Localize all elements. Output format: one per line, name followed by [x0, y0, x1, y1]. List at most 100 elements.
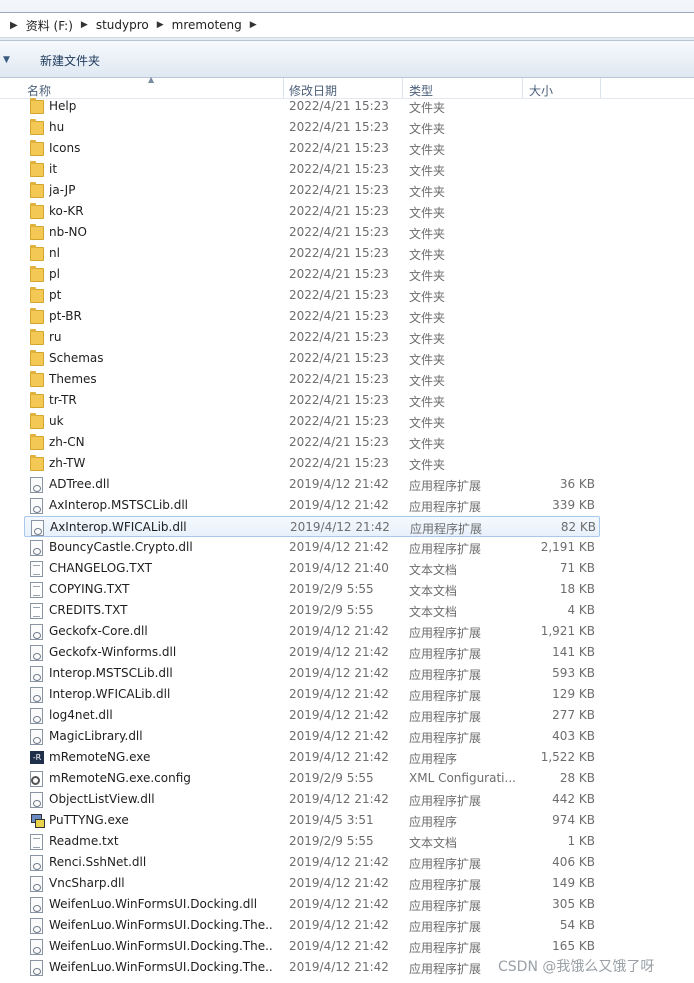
file-name: zh-CN [49, 435, 85, 449]
file-name: WeifenLuo.WinFormsUI.Docking.The... [49, 918, 274, 932]
file-type: 应用程序扩展 [409, 647, 482, 661]
file-row[interactable]: CHANGELOG.TXT 2019/4/12 21:40 文本文档 71 KB [0, 558, 694, 579]
text-file-icon [30, 561, 43, 577]
column-header-name[interactable]: 名称 [27, 82, 51, 99]
file-type: 文件夹 [409, 374, 446, 388]
column-header-modified[interactable]: 修改日期 [289, 82, 337, 99]
file-row[interactable]: Schemas 2022/4/21 15:23 文件夹 [0, 348, 694, 369]
file-row[interactable]: Help 2022/4/21 15:23 文件夹 [0, 98, 694, 117]
breadcrumb-item-studypro[interactable]: studypro [94, 18, 151, 32]
file-row[interactable]: uk 2022/4/21 15:23 文件夹 [0, 411, 694, 432]
file-modified-date: 2019/4/12 21:42 [289, 687, 389, 701]
breadcrumb-item-mremoteng[interactable]: mremoteng [170, 18, 244, 32]
file-row[interactable]: Readme.txt 2019/2/9 5:55 文本文档 1 KB [0, 831, 694, 852]
file-row[interactable]: tr-TR 2022/4/21 15:23 文件夹 [0, 390, 694, 411]
file-row[interactable]: nl 2022/4/21 15:23 文件夹 [0, 243, 694, 264]
file-modified-date: 2019/4/12 21:42 [289, 939, 389, 953]
file-name: Interop.MSTSCLib.dll [49, 666, 173, 680]
file-row[interactable]: Themes 2022/4/21 15:23 文件夹 [0, 369, 694, 390]
file-row[interactable]: pt-BR 2022/4/21 15:23 文件夹 [0, 306, 694, 327]
file-name: PuTTYNG.exe [49, 813, 129, 827]
file-row[interactable]: hu 2022/4/21 15:23 文件夹 [0, 117, 694, 138]
file-row[interactable]: log4net.dll 2019/4/12 21:42 应用程序扩展 277 KB [0, 705, 694, 726]
file-name: mRemoteNG.exe.config [49, 771, 191, 785]
file-modified-date: 2022/4/21 15:23 [289, 183, 389, 197]
file-row[interactable]: Icons 2022/4/21 15:23 文件夹 [0, 138, 694, 159]
file-row[interactable]: Interop.MSTSCLib.dll 2019/4/12 21:42 应用程序扩… [0, 663, 694, 684]
file-name: VncSharp.dll [49, 876, 125, 890]
file-row[interactable]: WeifenLuo.WinFormsUI.Docking.The... 2019/… [0, 915, 694, 936]
dll-icon [30, 477, 43, 493]
breadcrumb[interactable]: ▶ 资料 (F:) ▶ studypro ▶ mremoteng ▶ [0, 12, 694, 38]
file-row[interactable]: Renci.SshNet.dll 2019/4/12 21:42 应用程序扩展 406… [0, 852, 694, 873]
file-row[interactable]: zh-CN 2022/4/21 15:23 文件夹 [0, 432, 694, 453]
file-type: 应用程序扩展 [409, 794, 482, 808]
folder-icon [30, 455, 44, 471]
file-name: ru [49, 330, 62, 344]
file-row[interactable]: zh-TW 2022/4/21 15:23 文件夹 [0, 453, 694, 474]
file-row[interactable]: mRemoteNG.exe.config 2019/2/9 5:55 XML Con… [0, 768, 694, 789]
column-header-type[interactable]: 类型 [409, 82, 433, 99]
file-row[interactable]: VncSharp.dll 2019/4/12 21:42 应用程序扩展 149 KB [0, 873, 694, 894]
file-name: WeifenLuo.WinFormsUI.Docking.The... [49, 939, 274, 953]
file-name: Geckofx-Core.dll [49, 624, 148, 638]
breadcrumb-chevron-icon[interactable]: ▶ [244, 20, 263, 30]
file-row[interactable]: -R mRemoteNG.exe 2019/4/12 21:42 应用程序 1,522 … [0, 747, 694, 768]
file-row[interactable]: AxInterop.WFICALib.dll 2019/4/12 21:42 应用程… [24, 516, 600, 537]
file-row[interactable]: BouncyCastle.Crypto.dll 2019/4/12 21:42 应用… [0, 537, 694, 558]
file-row[interactable]: Interop.WFICALib.dll 2019/4/12 21:42 应用程序扩… [0, 684, 694, 705]
file-size: 406 KB [552, 855, 595, 869]
file-row[interactable]: it 2022/4/21 15:23 文件夹 [0, 159, 694, 180]
breadcrumb-chevron-icon[interactable]: ▶ [151, 20, 170, 30]
command-bar: ▼ 新建文件夹 [0, 41, 694, 78]
column-divider[interactable] [283, 78, 284, 98]
file-row[interactable]: ru 2022/4/21 15:23 文件夹 [0, 327, 694, 348]
folder-icon [30, 140, 44, 156]
column-divider[interactable] [522, 78, 523, 98]
column-divider[interactable] [600, 78, 601, 98]
file-type: 文件夹 [409, 332, 446, 346]
folder-icon [30, 434, 44, 450]
file-row[interactable]: ObjectListView.dll 2019/4/12 21:42 应用程序扩展 4… [0, 789, 694, 810]
column-divider[interactable] [402, 78, 403, 98]
file-modified-date: 2019/4/12 21:42 [289, 729, 389, 743]
breadcrumb-root-chevron-icon[interactable]: ▶ [0, 20, 24, 31]
file-row[interactable]: WeifenLuo.WinFormsUI.Docking.The... 2019/… [0, 936, 694, 957]
folder-icon [30, 224, 44, 240]
file-type: 应用程序扩展 [409, 689, 482, 703]
file-row[interactable]: AxInterop.MSTSCLib.dll 2019/4/12 21:42 应用程… [0, 495, 694, 516]
file-row[interactable]: Geckofx-Core.dll 2019/4/12 21:42 应用程序扩展 1,9… [0, 621, 694, 642]
file-row[interactable]: nb-NO 2022/4/21 15:23 文件夹 [0, 222, 694, 243]
file-row[interactable]: CREDITS.TXT 2019/2/9 5:55 文本文档 4 KB [0, 600, 694, 621]
file-name: zh-TW [49, 456, 86, 470]
file-type: 文件夹 [409, 122, 446, 136]
file-row[interactable]: ADTree.dll 2019/4/12 21:42 应用程序扩展 36 KB [0, 474, 694, 495]
breadcrumb-chevron-icon[interactable]: ▶ [75, 20, 94, 30]
file-name: Geckofx-Winforms.dll [49, 645, 177, 659]
file-row[interactable]: Geckofx-Winforms.dll 2019/4/12 21:42 应用程序扩… [0, 642, 694, 663]
file-row[interactable]: WeifenLuo.WinFormsUI.Docking.dll 2019/4/1… [0, 894, 694, 915]
file-row[interactable]: PuTTYNG.exe 2019/4/5 3:51 应用程序 974 KB [0, 810, 694, 831]
file-modified-date: 2019/4/5 3:51 [289, 813, 374, 827]
file-modified-date: 2022/4/21 15:23 [289, 120, 389, 134]
file-type: 应用程序扩展 [410, 522, 483, 536]
new-folder-button[interactable]: 新建文件夹 [40, 52, 100, 69]
file-row[interactable]: pt 2022/4/21 15:23 文件夹 [0, 285, 694, 306]
column-header-size[interactable]: 大小 [529, 82, 553, 99]
dll-icon [30, 666, 43, 682]
file-modified-date: 2019/2/9 5:55 [289, 582, 374, 596]
file-row[interactable]: ja-JP 2022/4/21 15:23 文件夹 [0, 180, 694, 201]
file-row[interactable]: ko-KR 2022/4/21 15:23 文件夹 [0, 201, 694, 222]
file-type: 应用程序扩展 [409, 500, 482, 514]
file-name: Help [49, 99, 77, 113]
file-row[interactable]: pl 2022/4/21 15:23 文件夹 [0, 264, 694, 285]
file-size: 1 KB [567, 834, 595, 848]
organize-dropdown-icon[interactable]: ▼ [3, 55, 10, 65]
file-size: 165 KB [552, 939, 595, 953]
breadcrumb-item-drive[interactable]: 资料 (F:) [24, 17, 75, 34]
file-row[interactable]: MagicLibrary.dll 2019/4/12 21:42 应用程序扩展 403… [0, 726, 694, 747]
file-name: ko-KR [49, 204, 84, 218]
file-row[interactable]: COPYING.TXT 2019/2/9 5:55 文本文档 18 KB [0, 579, 694, 600]
file-size: 2,191 KB [540, 540, 595, 554]
text-file-icon [30, 834, 43, 850]
